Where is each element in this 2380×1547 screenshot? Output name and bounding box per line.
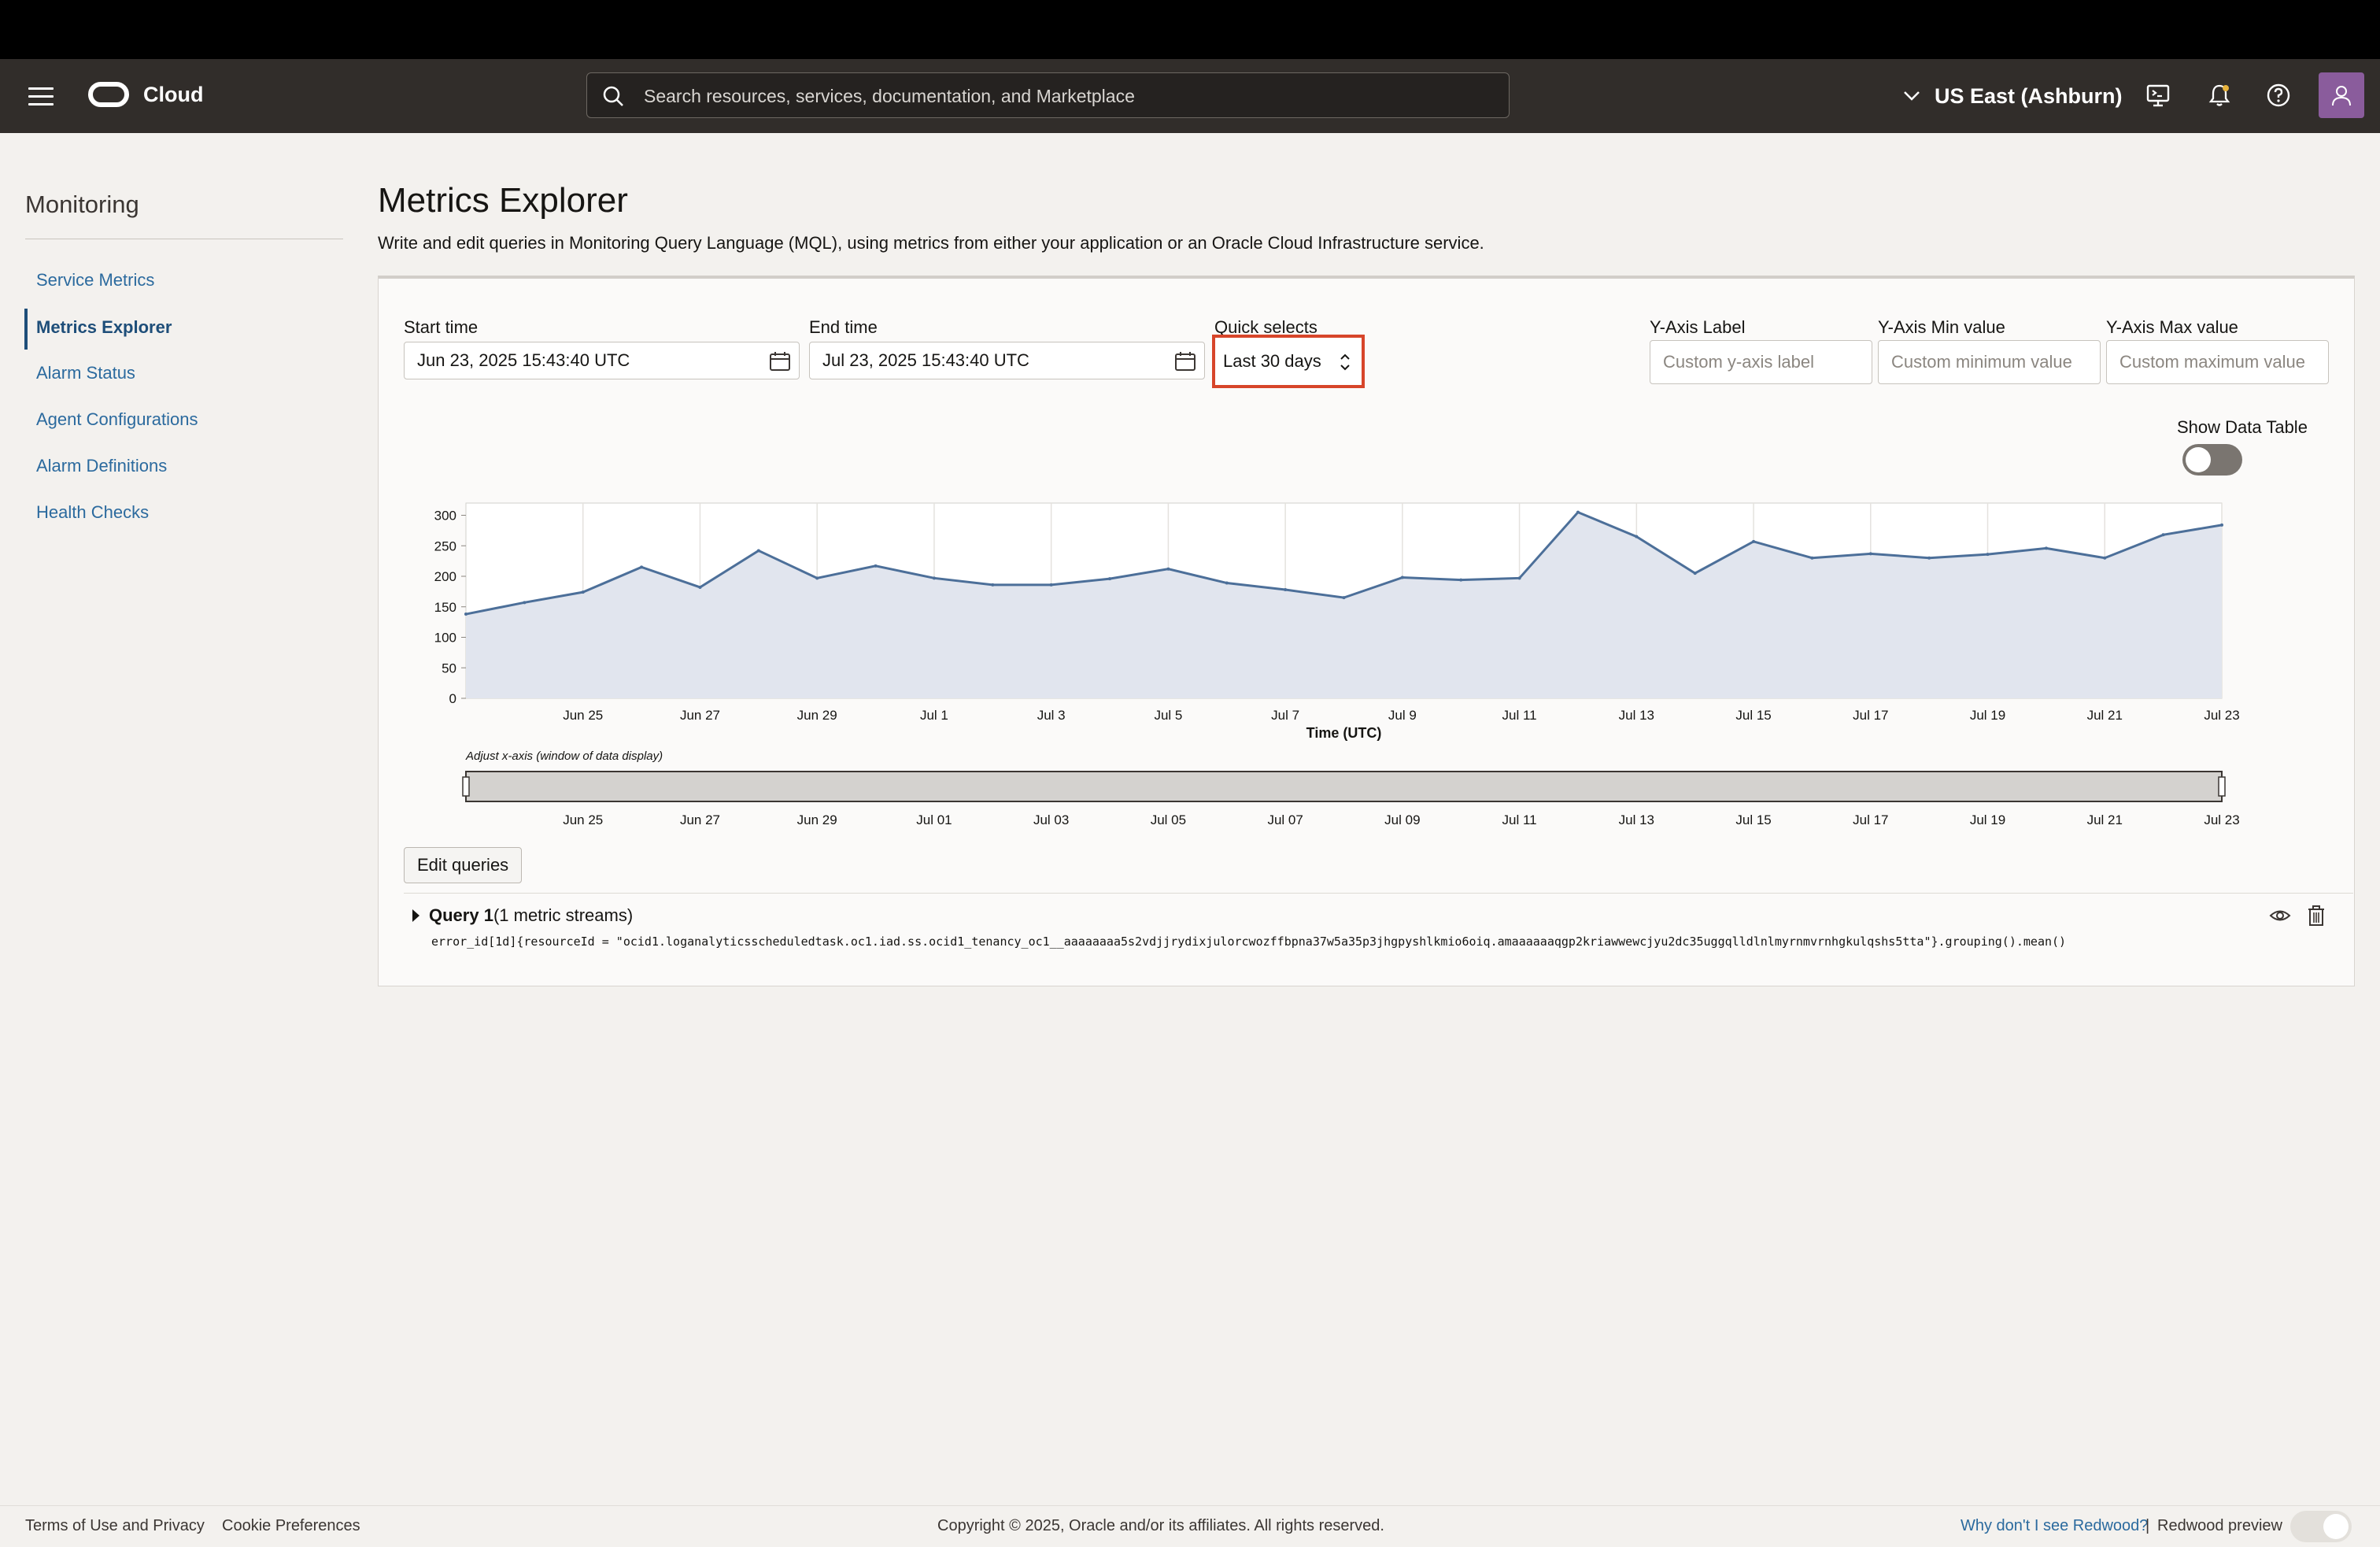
data-point (1810, 556, 1814, 560)
y-tick-label: 300 (434, 509, 456, 524)
x-tick-label: Jun 29 (797, 708, 837, 723)
x-tick-label: Jul 11 (1502, 708, 1537, 723)
query-1-name: Query 1 (429, 905, 493, 925)
data-point (1459, 578, 1463, 582)
query-1-header[interactable]: Query 1 (1 metric streams) (412, 905, 633, 926)
data-point (1049, 583, 1053, 587)
data-point (640, 565, 644, 569)
edit-queries-button[interactable]: Edit queries (404, 847, 523, 883)
data-point (1342, 596, 1346, 600)
expand-triangle-icon[interactable] (412, 909, 419, 922)
x-tick-label: Jul 3 (1037, 708, 1066, 723)
redwood-link[interactable]: Why don't I see Redwood? (1961, 1517, 2148, 1535)
data-point (932, 576, 936, 580)
y-tick-label: 50 (442, 661, 456, 675)
y-tick-label: 250 (434, 538, 456, 553)
x-tick-label: Jul 23 (2204, 708, 2239, 723)
data-point (698, 585, 702, 589)
cookie-preferences-link[interactable]: Cookie Preferences (222, 1517, 360, 1535)
range-slider-tick-label: Jul 07 (1267, 812, 1303, 827)
range-slider-tick-label: Jul 17 (1853, 812, 1888, 827)
trash-icon[interactable] (2304, 904, 2328, 927)
x-tick-label: Jul 19 (1970, 708, 2005, 723)
toggle-knob (2323, 1514, 2349, 1539)
range-slider-tick-label: Jul 13 (1619, 812, 1654, 827)
range-slider-tick-label: Jul 09 (1384, 812, 1420, 827)
data-point (581, 590, 585, 594)
data-point (1927, 556, 1931, 560)
range-slider-tick-label: Jun 29 (797, 812, 837, 827)
range-slider-tick-label: Jul 03 (1033, 812, 1069, 827)
x-tick-label: Jul 21 (2087, 708, 2123, 723)
range-slider-track (465, 771, 2223, 802)
range-slider-tick-label: Jul 05 (1151, 812, 1186, 827)
data-point (815, 576, 819, 580)
range-slider-label: Adjust x-axis (window of data display) (465, 749, 663, 763)
data-point (1517, 576, 1521, 580)
range-slider-tick-label: Jul 19 (1970, 812, 2005, 827)
data-point (464, 613, 468, 616)
data-point (2103, 556, 2107, 560)
range-slider-tick-label: Jul 11 (1502, 812, 1537, 827)
eye-icon[interactable] (2268, 904, 2292, 927)
data-point (1868, 552, 1872, 556)
data-point (2044, 546, 2048, 550)
data-point (2220, 523, 2223, 527)
data-point (1635, 535, 1639, 538)
x-axis-title: Time (UTC) (1306, 725, 1382, 741)
data-point (1284, 588, 1288, 592)
range-slider-tick-label: Jul 23 (2204, 812, 2239, 827)
y-tick-label: 0 (449, 691, 456, 706)
data-point (991, 583, 995, 587)
data-point (1108, 577, 1112, 581)
range-slider-tick-label: Jul 15 (1735, 812, 1771, 827)
range-slider-tick-label: Jun 25 (563, 812, 603, 827)
x-tick-label: Jul 17 (1853, 708, 1888, 723)
x-tick-label: Jul 7 (1271, 708, 1299, 723)
range-slider-tick-label: Jul 21 (2087, 812, 2123, 827)
redwood-preview-label: Redwood preview (2157, 1517, 2282, 1534)
range-slider-tick-label: Jul 01 (916, 812, 952, 827)
redwood-preview-toggle[interactable] (2290, 1511, 2352, 1542)
query-divider (404, 893, 2353, 894)
y-tick-label: 200 (434, 569, 456, 584)
range-slider-left-handle[interactable] (462, 776, 470, 797)
data-point (1225, 581, 1229, 585)
copyright-text: Copyright © 2025, Oracle and/or its affi… (937, 1517, 1384, 1534)
x-tick-label: Jul 1 (920, 708, 948, 723)
data-point (756, 549, 760, 553)
data-point (1986, 553, 1990, 557)
x-tick-label: Jul 15 (1735, 708, 1771, 723)
y-tick-label: 100 (434, 631, 456, 646)
query-1-streams: (1 metric streams) (493, 905, 634, 925)
data-point (1693, 572, 1697, 575)
range-slider-tick-label: Jun 27 (680, 812, 720, 827)
range-slider-right-handle[interactable] (2218, 776, 2226, 797)
y-tick-label: 150 (434, 600, 456, 615)
x-tick-label: Jun 25 (563, 708, 603, 723)
footer-separator: | (2145, 1517, 2150, 1534)
data-point (874, 564, 878, 568)
data-point (2161, 533, 2165, 537)
metrics-chart: Jun 25 Jun 27 Jun 29 Jul 1 Jul 3 Jul 5 Jul 7 Ju… (434, 502, 2240, 827)
data-point (1400, 575, 1404, 579)
query-1-code: error_id[1d]{resourceId = "ocid1.loganal… (431, 934, 2067, 949)
x-tick-label: Jun 27 (680, 708, 720, 723)
data-point (1166, 567, 1170, 571)
x-tick-label: Jul 13 (1619, 708, 1654, 723)
data-point (523, 601, 527, 605)
data-point (1576, 510, 1580, 514)
footer: Terms of Use and Privacy Cookie Preferen… (0, 1505, 2380, 1547)
terms-link[interactable]: Terms of Use and Privacy (25, 1517, 205, 1535)
x-tick-label: Jul 5 (1154, 708, 1182, 723)
data-point (1752, 539, 1756, 543)
x-tick-label: Jul 9 (1388, 708, 1417, 723)
